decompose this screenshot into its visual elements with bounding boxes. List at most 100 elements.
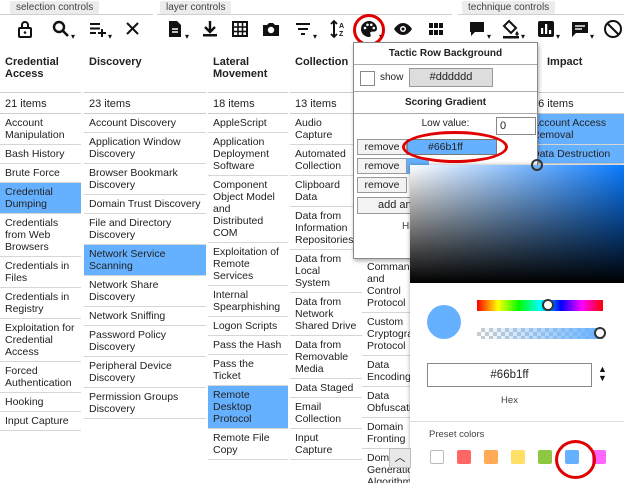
tactic-count: 13 items	[290, 92, 362, 114]
preset-color-swatch[interactable]	[484, 450, 498, 464]
technique-cell[interactable]: Application Deployment Software	[208, 133, 288, 176]
technique-cell[interactable]: Forced Authentication	[0, 362, 81, 393]
technique-cell[interactable]: Peripheral Device Discovery	[84, 357, 206, 388]
search-icon[interactable]: ▾	[48, 16, 75, 42]
bar-chart-icon[interactable]: ▾	[533, 16, 560, 42]
technique-cell[interactable]: Clipboard Data	[290, 176, 362, 207]
technique-cell[interactable]: Domain Fronting	[362, 418, 414, 449]
low-value-input[interactable]: 0	[496, 117, 536, 135]
technique-cell[interactable]: Exploitation for Credential Access	[0, 319, 81, 362]
technique-cell[interactable]: Data from Network Shared Drive	[290, 293, 362, 336]
filter-icon[interactable]: ▾	[290, 16, 317, 42]
selected-color-swatch	[427, 305, 461, 339]
preset-color-swatch[interactable]	[592, 450, 606, 464]
technique-cell[interactable]: Account Access Removal	[527, 114, 624, 145]
preset-color-swatch[interactable]	[565, 450, 579, 464]
tactic-header[interactable]: Impact	[527, 52, 624, 90]
message-icon[interactable]: ▾	[567, 16, 594, 42]
technique-cell[interactable]: Credentials from Web Browsers	[0, 214, 81, 257]
technique-cell[interactable]: Email Collection	[290, 398, 362, 429]
technique-cell[interactable]: Pass the Ticket	[208, 355, 288, 386]
technique-cell[interactable]: Hooking	[0, 393, 81, 412]
scoring-gradient-title: Scoring Gradient	[354, 91, 537, 114]
technique-cell[interactable]: Network Service Scanning	[84, 245, 206, 276]
technique-cell[interactable]: Audio Capture	[290, 114, 362, 145]
technique-cell[interactable]: Input Capture	[0, 412, 81, 431]
palette-icon[interactable]: ▾	[356, 16, 383, 42]
file-icon[interactable]: ▾	[162, 16, 189, 42]
technique-cell[interactable]: Network Sniffing	[84, 307, 206, 326]
technique-cell[interactable]: File and Directory Discovery	[84, 214, 206, 245]
download-icon[interactable]	[197, 16, 223, 42]
close-icon[interactable]	[120, 16, 146, 42]
technique-cell[interactable]: Data from Removable Media	[290, 336, 362, 379]
technique-cell[interactable]: Application Window Discovery	[84, 133, 206, 164]
technique-cell[interactable]: Bash History	[0, 145, 81, 164]
technique-cell[interactable]: Credentials in Registry	[0, 288, 81, 319]
technique-cell[interactable]: Logon Scripts	[208, 317, 288, 336]
technique-cell[interactable]: Internal Spearphishing	[208, 286, 288, 317]
background-hex-input[interactable]: #dddddd	[409, 68, 493, 87]
preset-color-swatch[interactable]	[538, 450, 552, 464]
technique-cell[interactable]: Password Policy Discovery	[84, 326, 206, 357]
hex-label: Hex	[501, 395, 518, 406]
preset-color-swatch[interactable]	[430, 450, 444, 464]
saturation-value-area[interactable]	[410, 159, 624, 283]
technique-cell[interactable]: Component Object Model and Distributed C…	[208, 176, 288, 243]
technique-cell[interactable]: Credentials in Files	[0, 257, 81, 288]
technique-cell[interactable]: Credential Dumping	[0, 183, 81, 214]
technique-cell[interactable]: Network Share Discovery	[84, 276, 206, 307]
remove-button[interactable]: remove	[357, 158, 407, 174]
technique-cell[interactable]: Pass the Hash	[208, 336, 288, 355]
grid-view-icon[interactable]	[423, 16, 449, 42]
fill-color-icon[interactable]: ▾	[498, 16, 525, 42]
alpha-slider[interactable]	[477, 327, 606, 339]
sort-icon[interactable]: AZ	[326, 16, 352, 42]
technique-cell[interactable]: Custom Cryptographic Protocol	[362, 313, 432, 356]
technique-cell[interactable]: Automated Collection	[290, 145, 362, 176]
technique-cell[interactable]: Command and Control Protocol	[362, 258, 415, 313]
tactic-header[interactable]: Collection	[290, 52, 362, 90]
remove-button[interactable]: remove	[357, 177, 407, 193]
technique-cell[interactable]: Data Encoding	[362, 356, 414, 387]
hex-input[interactable]: #66b1ff	[427, 363, 592, 387]
technique-cell[interactable]: Data from Local System	[290, 250, 362, 293]
scroll-up-button[interactable]: ︿	[389, 448, 411, 468]
technique-cell[interactable]: Browser Bookmark Discovery	[84, 164, 206, 195]
remove-button[interactable]: remove	[357, 139, 407, 155]
hue-knob[interactable]	[542, 299, 554, 311]
alpha-knob[interactable]	[594, 327, 606, 339]
show-checkbox[interactable]	[360, 71, 375, 86]
gradient-color-input[interactable]: #66b1ff	[407, 139, 497, 155]
saturation-cursor[interactable]	[531, 159, 543, 171]
hue-slider[interactable]	[477, 299, 603, 311]
lock-icon[interactable]	[12, 16, 38, 42]
toolbar: selection controls layer controls techni…	[0, 0, 624, 46]
technique-cell[interactable]: Remote File Copy	[208, 429, 288, 460]
technique-cell[interactable]: Input Capture	[290, 429, 362, 460]
comment-icon[interactable]: ▾	[464, 16, 491, 42]
technique-cell[interactable]: Permission Groups Discovery	[84, 388, 206, 419]
format-toggle-icon[interactable]: ▲ ▼	[598, 365, 607, 383]
eye-icon[interactable]	[390, 16, 416, 42]
tactic-header[interactable]: Lateral Movement	[208, 52, 288, 90]
technique-cell[interactable]: Data from Information Repositories	[290, 207, 362, 250]
playlist-add-icon[interactable]: ▾	[85, 16, 112, 42]
technique-cell[interactable]: Account Discovery	[84, 114, 206, 133]
grid-table-icon[interactable]	[227, 16, 253, 42]
technique-cell[interactable]: Remote Desktop Protocol	[208, 386, 288, 429]
technique-cell[interactable]: Data Obfuscation	[362, 387, 423, 418]
preset-color-swatch[interactable]	[511, 450, 525, 464]
preset-color-swatch[interactable]	[457, 450, 471, 464]
technique-list: Account Access Removal Data Destruction	[527, 114, 624, 164]
technique-cell[interactable]: AppleScript	[208, 114, 288, 133]
cancel-icon[interactable]	[600, 16, 624, 42]
camera-icon[interactable]	[258, 16, 284, 42]
tactic-header[interactable]: Discovery	[84, 52, 206, 90]
technique-cell[interactable]: Account Manipulation	[0, 114, 81, 145]
technique-cell[interactable]: Brute Force	[0, 164, 81, 183]
technique-cell[interactable]: Exploitation of Remote Services	[208, 243, 288, 286]
tactic-header[interactable]: Credential Access	[0, 52, 81, 90]
technique-cell[interactable]: Domain Trust Discovery	[84, 195, 206, 214]
technique-cell[interactable]: Data Staged	[290, 379, 362, 398]
